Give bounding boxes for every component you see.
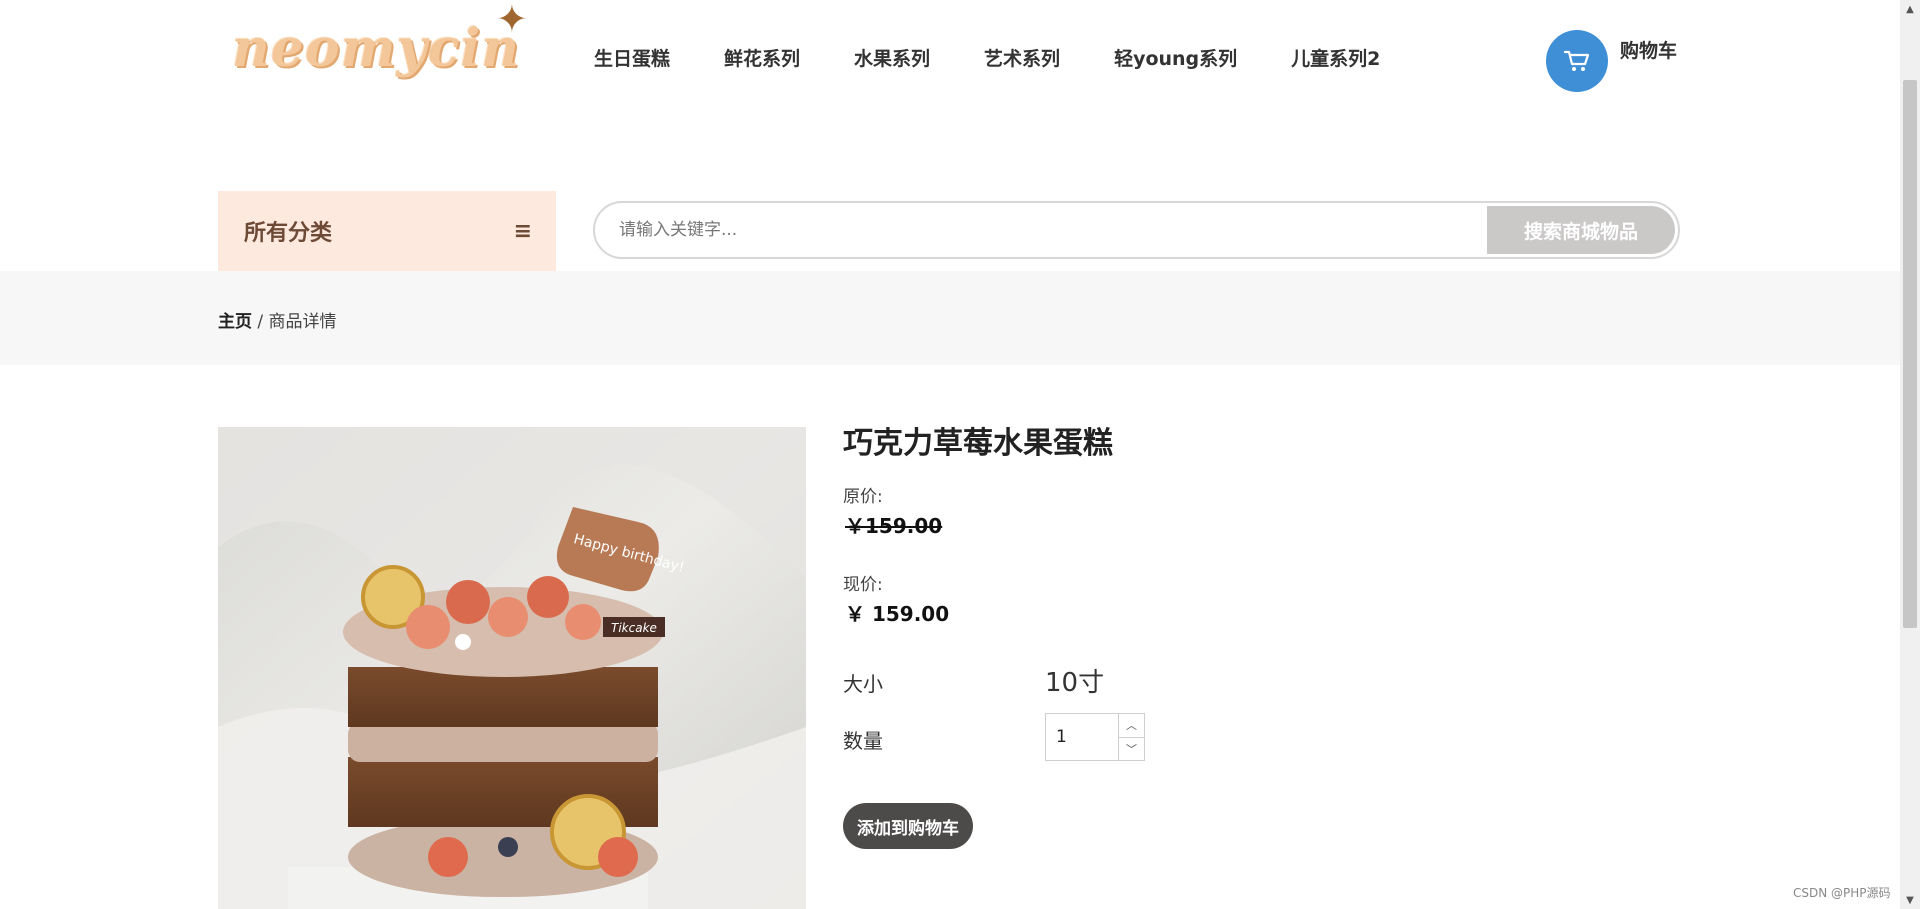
breadcrumb: 主页 / 商品详情 [218,307,337,332]
quantity-label: 数量 [843,729,883,753]
quantity-step-buttons: ︿ ﹀ [1118,714,1144,760]
site-header: neomycin ✦ 生日蛋糕 鲜花系列 水果系列 艺术系列 轻young系列 … [0,0,1900,140]
cart-icon [1563,50,1590,71]
scroll-thumb[interactable] [1903,80,1917,628]
logo-text: neomycin [232,18,521,79]
nav-item-kids-series[interactable]: 儿童系列2 [1291,44,1380,71]
breadcrumb-current: 商品详情 [268,312,337,332]
nav-item-flower-series[interactable]: 鲜花系列 [724,44,800,71]
search-bar: 搜索商城物品 [593,201,1680,259]
original-price-label: 原价: [843,487,883,507]
search-button[interactable]: 搜索商城物品 [1487,206,1675,254]
product-image: Happy birthday! Tikcake [218,427,806,909]
cart-label[interactable]: 购物车 [1620,36,1677,63]
add-to-cart-button[interactable]: 添加到购物车 [843,803,973,849]
quantity-stepper: ︿ ﹀ [1045,713,1145,761]
scroll-up-icon[interactable]: ▲ [1900,0,1920,18]
category-dropdown[interactable]: 所有分类 ≡ [218,191,556,271]
decrement-arrow-icon[interactable]: ﹀ [1119,736,1144,761]
current-price-label: 现价: [843,575,883,595]
menu-icon: ≡ [513,218,532,244]
page: neomycin ✦ 生日蛋糕 鲜花系列 水果系列 艺术系列 轻young系列 … [0,0,1920,909]
product-title: 巧克力草莓水果蛋糕 [843,426,1113,461]
breadcrumb-home[interactable]: 主页 [218,312,252,332]
increment-arrow-icon[interactable]: ︿ [1119,714,1144,737]
cart-button[interactable] [1546,30,1608,92]
logo[interactable]: neomycin ✦ [226,0,528,98]
watermark: CSDN @PHP源码 [1793,886,1891,900]
sparkle-icon: ✦ [496,0,528,41]
scrollbar[interactable]: ▲ ▼ [1900,0,1920,909]
size-label: 大小 [843,672,883,696]
quantity-input[interactable] [1046,714,1118,760]
nav-item-art-series[interactable]: 艺术系列 [984,44,1060,71]
search-input[interactable] [595,203,1484,257]
breadcrumb-separator: / [252,312,269,332]
nav-item-young-series[interactable]: 轻young系列 [1114,44,1237,71]
nav-item-fruit-series[interactable]: 水果系列 [854,44,930,71]
size-value[interactable]: 10寸 [1045,662,1104,699]
scroll-down-icon[interactable]: ▼ [1900,891,1920,909]
nav-item-birthday-cake[interactable]: 生日蛋糕 [594,44,670,71]
original-price: ￥159.00 [845,514,943,538]
main-nav: 生日蛋糕 鲜花系列 水果系列 艺术系列 轻young系列 儿童系列2 [594,44,1434,71]
cake-illustration: Happy birthday! Tikcake [218,427,806,909]
category-label: 所有分类 [244,221,333,246]
current-price: ￥ 159.00 [845,602,950,626]
cake-tag-text: Tikcake [611,621,657,635]
